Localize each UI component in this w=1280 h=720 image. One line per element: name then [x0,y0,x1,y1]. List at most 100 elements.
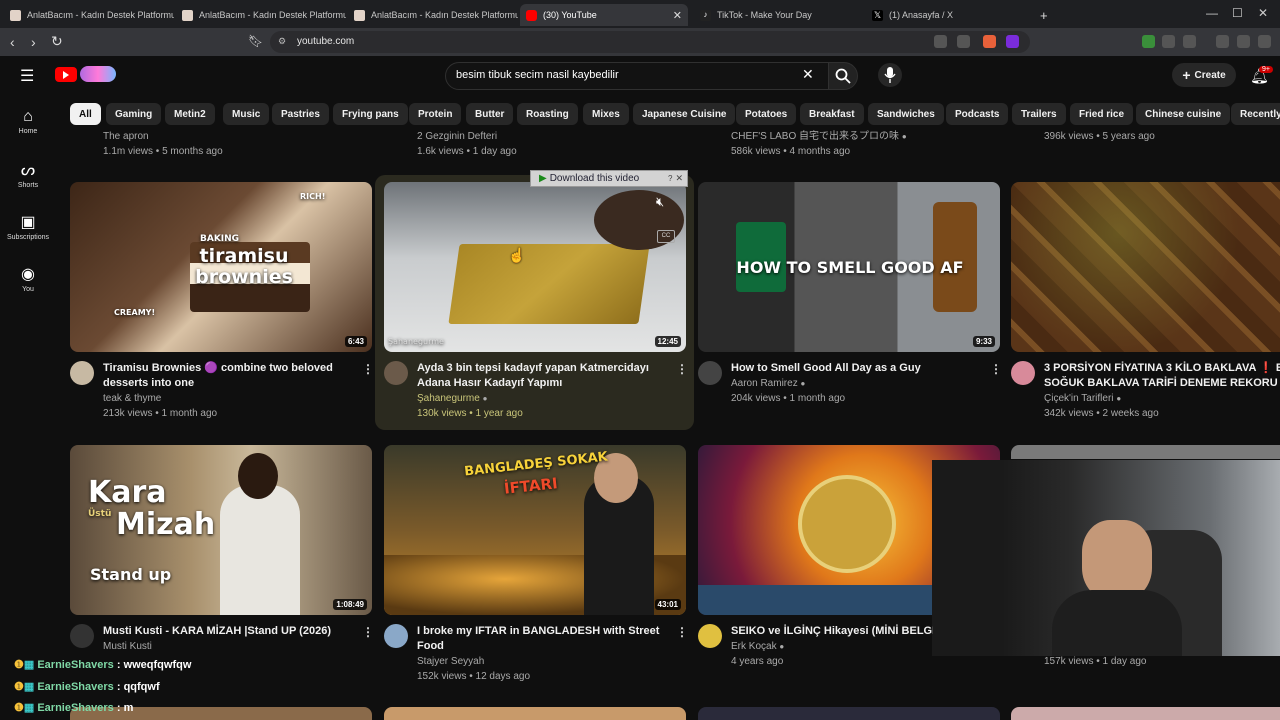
sidebar-item-home[interactable]: ⌂ Home [0,108,56,135]
sidebar-toggle-icon[interactable] [1183,35,1196,48]
video-thumbnail[interactable] [1011,445,1280,459]
filter-chip[interactable]: Japanese Cuisine [633,103,736,125]
browser-tab[interactable]: AnlatBacım - Kadın Destek Platformu [176,4,346,26]
bookmark-icon[interactable]: 🔖︎ [248,34,263,48]
channel-name[interactable]: Musti Kusti [103,639,152,654]
browser-tab[interactable]: AnlatBacım - Kadın Destek Platformu [348,4,518,26]
url-text[interactable]: youtube.com [297,36,354,47]
channel-avatar[interactable] [1011,361,1035,385]
filter-chip[interactable]: Protein [409,103,462,125]
more-actions-icon[interactable]: ⋮ [676,625,688,639]
more-actions-icon[interactable]: ⋮ [990,362,1002,376]
more-actions-icon[interactable]: ⋮ [676,362,688,376]
filter-chip[interactable]: Butter [466,103,514,125]
channel-avatar[interactable] [70,624,94,648]
minimize-icon[interactable]: — [1206,6,1218,20]
channel-name[interactable]: The apron [103,129,149,144]
search-input[interactable]: besim tibuk secim nasil kaybedilir [456,69,619,81]
channel-avatar[interactable] [384,361,408,385]
channel-name[interactable]: Aaron Ramirez ● [731,376,805,391]
close-window-icon[interactable]: ✕ [1258,6,1268,20]
video-title[interactable]: 3 PORSİYON FİYATINA 3 KİLO BAKLAVA ❗ BU S… [1044,361,1280,391]
mute-icon[interactable]: 🔇︎ [656,194,664,210]
extension-icon[interactable] [1142,35,1155,48]
browser-tab[interactable]: ♪ TikTok - Make Your Day [694,4,864,26]
profile-icon[interactable] [1258,35,1271,48]
filter-chip[interactable]: Music [223,103,270,125]
browser-tab[interactable]: 𝕏 (1) Anasayfa / X [866,4,1036,26]
filter-chip[interactable]: All [70,103,101,125]
site-info-icon[interactable]: ⚙ [278,36,286,47]
filter-chip[interactable]: Pastries [272,103,329,125]
video-title[interactable]: How to Smell Good All Day as a Guy [731,361,981,376]
reload-icon[interactable]: ↻ [51,33,63,50]
video-thumbnail[interactable] [1011,182,1280,352]
address-bar[interactable] [270,31,1030,53]
channel-name[interactable]: Çiçek'in Tarifleri ● [1044,391,1121,406]
video-thumbnail[interactable]: BANGLADEŞ SOKAK İFTARI 43:01 [384,445,686,615]
video-thumbnail[interactable]: Kara Üstü Mizah Stand up 1:08:49 [70,445,372,615]
video-thumbnail[interactable]: Şahanegurme 🔇︎ CC 12:45 [384,182,686,352]
reading-list-icon[interactable] [1237,35,1250,48]
sidebar-item-shorts[interactable]: ᔕ Shorts [0,160,56,189]
filter-chip[interactable]: Mixes [583,103,629,125]
brave-rewards-icon[interactable] [1006,35,1019,48]
filter-chip[interactable]: Breakfast [800,103,864,125]
channel-name[interactable]: Erk Koçak ● [731,639,784,654]
filter-chip[interactable]: Frying pans [333,103,408,125]
browser-tab[interactable]: AnlatBacım - Kadın Destek Platformu [4,4,174,26]
video-thumbnail[interactable]: HOW TO SMELL GOOD AF 9:33 [698,182,1000,352]
menu-icon[interactable]: ☰ [20,66,34,86]
more-actions-icon[interactable]: ⋮ [362,362,374,376]
sidebar-item-subscriptions[interactable]: ▣ Subscriptions [0,212,56,241]
media-icon[interactable] [1216,35,1229,48]
extensions-puzzle-icon[interactable] [1162,35,1175,48]
video-thumbnail[interactable] [698,707,1000,720]
filter-chip[interactable]: Roasting [517,103,578,125]
video-title[interactable]: Tiramisu Brownies 🟣 combine two beloved d… [103,361,353,391]
channel-avatar[interactable] [698,624,722,648]
video-title[interactable]: SEIKO ve İLGİNÇ Hikayesi (MİNİ BELGES [731,624,933,639]
filter-chip[interactable]: Chinese cuisine [1136,103,1231,125]
voice-search-button[interactable] [878,63,902,87]
brave-shield-icon[interactable] [983,35,996,48]
close-tab-icon[interactable]: ✕ [673,9,682,22]
filter-chip[interactable]: Fried rice [1070,103,1134,125]
captions-icon[interactable]: CC [657,230,675,243]
youtube-logo-icon[interactable] [55,67,77,82]
close-download-icon[interactable]: ✕ [675,173,683,184]
more-actions-icon[interactable]: ⋮ [362,625,374,639]
channel-avatar[interactable] [698,361,722,385]
channel-name[interactable]: Şahanegurme ● [417,391,487,406]
video-title[interactable]: I broke my IFTAR in BANGLADESH with Stre… [417,624,667,654]
maximize-icon[interactable]: ☐ [1232,6,1243,20]
new-tab-button[interactable]: + [1040,4,1056,26]
download-video-bar[interactable]: ▶ Download this video ? ✕ [530,170,688,187]
channel-name[interactable]: 2 Gezginin Defteri [417,129,497,144]
filter-chip[interactable]: Sandwiches [868,103,944,125]
video-thumbnail[interactable] [384,707,686,720]
sidebar-item-you[interactable]: ◉ You [0,264,56,293]
help-icon[interactable]: ? [668,174,672,183]
search-button[interactable] [828,62,858,90]
channel-name[interactable]: teak & thyme [103,391,161,406]
channel-name[interactable]: Stajyer Seyyah [417,654,484,669]
filter-chip[interactable]: Gaming [106,103,162,125]
channel-name[interactable]: CHEF'S LABO 自宅で出来るプロの味 ● [731,129,907,144]
filter-chip[interactable]: Recently [1231,103,1280,125]
create-button[interactable]: + Create [1172,63,1236,87]
doodle-logo-icon[interactable] [80,66,116,82]
channel-avatar[interactable] [384,624,408,648]
filter-chip[interactable]: Metin2 [165,103,215,125]
video-title[interactable]: Musti Kusti - KARA MİZAH |Stand UP (2026… [103,624,353,639]
filter-chip[interactable]: Potatoes [736,103,797,125]
video-thumbnail[interactable] [1011,707,1280,720]
video-thumbnail[interactable]: BAKING tiramisu brownies RICH! CREAMY! 6… [70,182,372,352]
clear-search-icon[interactable]: ✕ [802,66,814,83]
share-icon[interactable] [957,35,970,48]
browser-tab-active[interactable]: (30) YouTube ✕ [520,4,688,26]
filter-chip[interactable]: Trailers [1012,103,1066,125]
channel-avatar[interactable] [70,361,94,385]
filter-chip[interactable]: Podcasts [946,103,1009,125]
back-icon[interactable]: ‹ [10,34,15,50]
